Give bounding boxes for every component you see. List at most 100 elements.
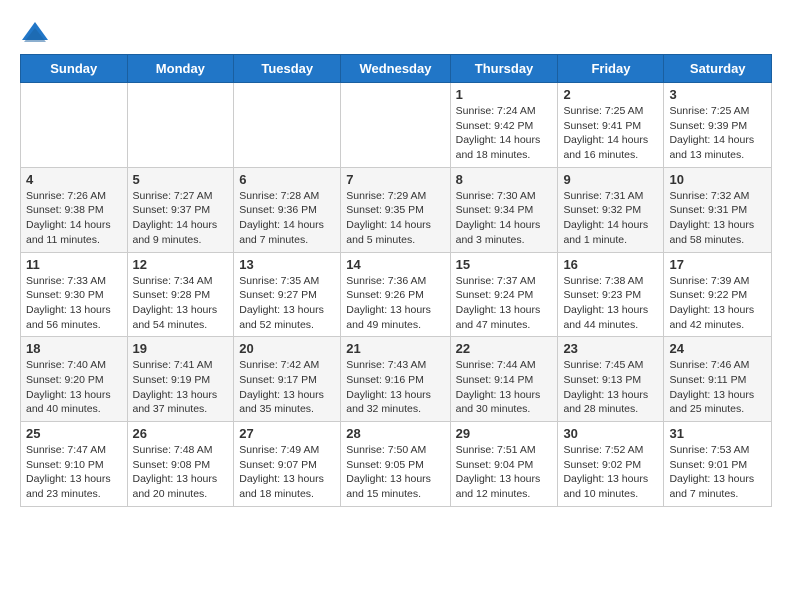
calendar-week-4: 18 Sunrise: 7:40 AM Sunset: 9:20 PM Dayli… xyxy=(21,337,772,422)
calendar-day: 18 Sunrise: 7:40 AM Sunset: 9:20 PM Dayli… xyxy=(21,337,128,422)
calendar-day: 22 Sunrise: 7:44 AM Sunset: 9:14 PM Dayli… xyxy=(450,337,558,422)
calendar-week-1: 1 Sunrise: 7:24 AM Sunset: 9:42 PM Daylig… xyxy=(21,83,772,168)
day-number: 11 xyxy=(26,257,122,272)
calendar-day: 30 Sunrise: 7:52 AM Sunset: 9:02 PM Dayli… xyxy=(558,422,664,507)
day-number: 18 xyxy=(26,341,122,356)
day-info: Sunrise: 7:45 AM Sunset: 9:13 PM Dayligh… xyxy=(563,358,658,417)
day-number: 20 xyxy=(239,341,335,356)
calendar-day xyxy=(21,83,128,168)
day-info: Sunrise: 7:31 AM Sunset: 9:32 PM Dayligh… xyxy=(563,189,658,248)
calendar-day: 12 Sunrise: 7:34 AM Sunset: 9:28 PM Dayli… xyxy=(127,252,234,337)
day-info: Sunrise: 7:34 AM Sunset: 9:28 PM Dayligh… xyxy=(133,274,229,333)
calendar-day: 23 Sunrise: 7:45 AM Sunset: 9:13 PM Dayli… xyxy=(558,337,664,422)
calendar-day xyxy=(234,83,341,168)
calendar-day: 1 Sunrise: 7:24 AM Sunset: 9:42 PM Daylig… xyxy=(450,83,558,168)
day-info: Sunrise: 7:37 AM Sunset: 9:24 PM Dayligh… xyxy=(456,274,553,333)
day-number: 23 xyxy=(563,341,658,356)
day-info: Sunrise: 7:27 AM Sunset: 9:37 PM Dayligh… xyxy=(133,189,229,248)
day-number: 30 xyxy=(563,426,658,441)
page-header xyxy=(20,20,772,44)
day-info: Sunrise: 7:24 AM Sunset: 9:42 PM Dayligh… xyxy=(456,104,553,163)
day-number: 1 xyxy=(456,87,553,102)
day-header-friday: Friday xyxy=(558,55,664,83)
calendar-day: 14 Sunrise: 7:36 AM Sunset: 9:26 PM Dayli… xyxy=(341,252,450,337)
day-info: Sunrise: 7:40 AM Sunset: 9:20 PM Dayligh… xyxy=(26,358,122,417)
calendar-day: 5 Sunrise: 7:27 AM Sunset: 9:37 PM Daylig… xyxy=(127,167,234,252)
day-number: 3 xyxy=(669,87,766,102)
day-info: Sunrise: 7:52 AM Sunset: 9:02 PM Dayligh… xyxy=(563,443,658,502)
day-number: 8 xyxy=(456,172,553,187)
day-info: Sunrise: 7:42 AM Sunset: 9:17 PM Dayligh… xyxy=(239,358,335,417)
calendar-day: 7Sunrise: 7:29 AM Sunset: 9:35 PM Daylig… xyxy=(341,167,450,252)
day-info: Sunrise: 7:25 AM Sunset: 9:39 PM Dayligh… xyxy=(669,104,766,163)
day-number: 14 xyxy=(346,257,444,272)
day-info: Sunrise: 7:46 AM Sunset: 9:11 PM Dayligh… xyxy=(669,358,766,417)
day-number: 12 xyxy=(133,257,229,272)
day-info: Sunrise: 7:36 AM Sunset: 9:26 PM Dayligh… xyxy=(346,274,444,333)
day-number: 27 xyxy=(239,426,335,441)
day-number: 10 xyxy=(669,172,766,187)
calendar-day: 25 Sunrise: 7:47 AM Sunset: 9:10 PM Dayli… xyxy=(21,422,128,507)
day-number: 13 xyxy=(239,257,335,272)
day-info: Sunrise: 7:25 AM Sunset: 9:41 PM Dayligh… xyxy=(563,104,658,163)
day-info: Sunrise: 7:48 AM Sunset: 9:08 PM Dayligh… xyxy=(133,443,229,502)
day-info: Sunrise: 7:43 AM Sunset: 9:16 PM Dayligh… xyxy=(346,358,444,417)
calendar-week-5: 25 Sunrise: 7:47 AM Sunset: 9:10 PM Dayli… xyxy=(21,422,772,507)
calendar-day: 11 Sunrise: 7:33 AM Sunset: 9:30 PM Dayli… xyxy=(21,252,128,337)
calendar-day: 10Sunrise: 7:32 AM Sunset: 9:31 PM Dayli… xyxy=(664,167,772,252)
day-header-tuesday: Tuesday xyxy=(234,55,341,83)
day-info: Sunrise: 7:53 AM Sunset: 9:01 PM Dayligh… xyxy=(669,443,766,502)
day-info: Sunrise: 7:30 AM Sunset: 9:34 PM Dayligh… xyxy=(456,189,553,248)
calendar-day: 2 Sunrise: 7:25 AM Sunset: 9:41 PM Daylig… xyxy=(558,83,664,168)
calendar-week-3: 11 Sunrise: 7:33 AM Sunset: 9:30 PM Dayli… xyxy=(21,252,772,337)
calendar-day xyxy=(127,83,234,168)
day-number: 17 xyxy=(669,257,766,272)
calendar-day: 31 Sunrise: 7:53 AM Sunset: 9:01 PM Dayli… xyxy=(664,422,772,507)
calendar-day: 15Sunrise: 7:37 AM Sunset: 9:24 PM Dayli… xyxy=(450,252,558,337)
calendar-day: 26 Sunrise: 7:48 AM Sunset: 9:08 PM Dayli… xyxy=(127,422,234,507)
day-number: 29 xyxy=(456,426,553,441)
day-header-saturday: Saturday xyxy=(664,55,772,83)
day-number: 5 xyxy=(133,172,229,187)
day-number: 19 xyxy=(133,341,229,356)
day-info: Sunrise: 7:51 AM Sunset: 9:04 PM Dayligh… xyxy=(456,443,553,502)
day-header-row: SundayMondayTuesdayWednesdayThursdayFrid… xyxy=(21,55,772,83)
logo-icon xyxy=(20,20,50,44)
calendar-day: 28Sunrise: 7:50 AM Sunset: 9:05 PM Dayli… xyxy=(341,422,450,507)
day-number: 16 xyxy=(563,257,658,272)
calendar-day: 8 Sunrise: 7:30 AM Sunset: 9:34 PM Daylig… xyxy=(450,167,558,252)
calendar-day: 17Sunrise: 7:39 AM Sunset: 9:22 PM Dayli… xyxy=(664,252,772,337)
day-info: Sunrise: 7:38 AM Sunset: 9:23 PM Dayligh… xyxy=(563,274,658,333)
day-info: Sunrise: 7:50 AM Sunset: 9:05 PM Dayligh… xyxy=(346,443,444,502)
calendar-day: 24 Sunrise: 7:46 AM Sunset: 9:11 PM Dayli… xyxy=(664,337,772,422)
day-number: 9 xyxy=(563,172,658,187)
calendar-table: SundayMondayTuesdayWednesdayThursdayFrid… xyxy=(20,54,772,507)
day-number: 31 xyxy=(669,426,766,441)
day-number: 7 xyxy=(346,172,444,187)
day-info: Sunrise: 7:35 AM Sunset: 9:27 PM Dayligh… xyxy=(239,274,335,333)
day-info: Sunrise: 7:47 AM Sunset: 9:10 PM Dayligh… xyxy=(26,443,122,502)
calendar-day: 19 Sunrise: 7:41 AM Sunset: 9:19 PM Dayli… xyxy=(127,337,234,422)
calendar-day: 9 Sunrise: 7:31 AM Sunset: 9:32 PM Daylig… xyxy=(558,167,664,252)
calendar-day: 29 Sunrise: 7:51 AM Sunset: 9:04 PM Dayli… xyxy=(450,422,558,507)
day-number: 26 xyxy=(133,426,229,441)
day-number: 25 xyxy=(26,426,122,441)
calendar-day: 16 Sunrise: 7:38 AM Sunset: 9:23 PM Dayli… xyxy=(558,252,664,337)
day-number: 22 xyxy=(456,341,553,356)
day-info: Sunrise: 7:33 AM Sunset: 9:30 PM Dayligh… xyxy=(26,274,122,333)
day-number: 2 xyxy=(563,87,658,102)
day-header-sunday: Sunday xyxy=(21,55,128,83)
calendar-day: 27Sunrise: 7:49 AM Sunset: 9:07 PM Dayli… xyxy=(234,422,341,507)
calendar-day: 4Sunrise: 7:26 AM Sunset: 9:38 PM Daylig… xyxy=(21,167,128,252)
calendar-day: 13 Sunrise: 7:35 AM Sunset: 9:27 PM Dayli… xyxy=(234,252,341,337)
day-info: Sunrise: 7:28 AM Sunset: 9:36 PM Dayligh… xyxy=(239,189,335,248)
day-info: Sunrise: 7:41 AM Sunset: 9:19 PM Dayligh… xyxy=(133,358,229,417)
day-info: Sunrise: 7:26 AM Sunset: 9:38 PM Dayligh… xyxy=(26,189,122,248)
day-header-thursday: Thursday xyxy=(450,55,558,83)
day-number: 6 xyxy=(239,172,335,187)
day-number: 24 xyxy=(669,341,766,356)
day-info: Sunrise: 7:44 AM Sunset: 9:14 PM Dayligh… xyxy=(456,358,553,417)
calendar-day: 21Sunrise: 7:43 AM Sunset: 9:16 PM Dayli… xyxy=(341,337,450,422)
calendar-day xyxy=(341,83,450,168)
logo xyxy=(20,20,54,44)
